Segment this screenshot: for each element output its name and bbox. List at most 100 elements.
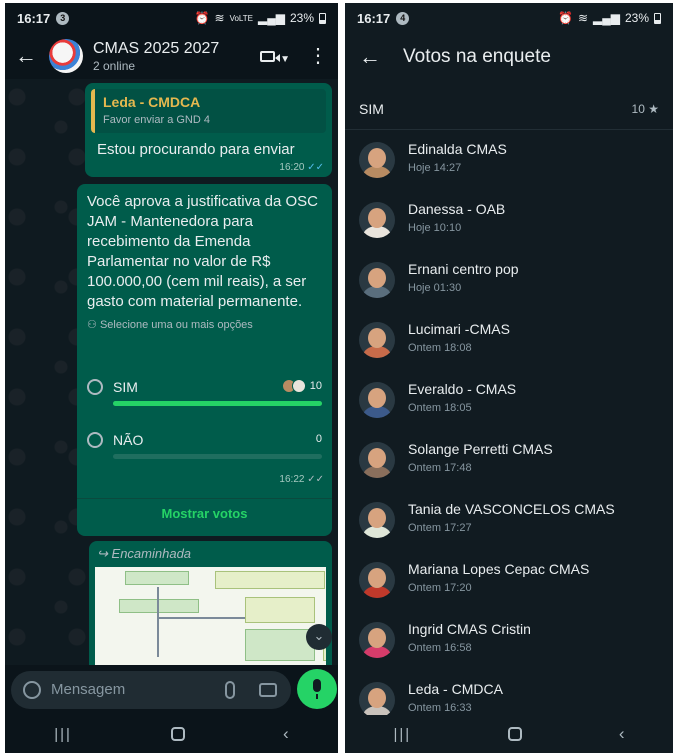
notification-count-icon: 4 bbox=[396, 11, 410, 25]
avatar[interactable] bbox=[359, 322, 395, 358]
recent-apps-icon[interactable]: ||| bbox=[54, 726, 72, 743]
vote-time: Ontem 17:48 bbox=[408, 462, 472, 474]
voter-row[interactable]: Tania de VASCONCELOS CMAS Ontem 17:27 bbox=[345, 493, 673, 553]
forwarded-message[interactable]: ↪ Encaminhada bbox=[89, 541, 332, 671]
poll-option-nao[interactable]: NÃO 0 bbox=[87, 430, 322, 460]
poll-votes-header: ← Votos na enquete bbox=[345, 33, 673, 81]
poll-option-count: 0 bbox=[315, 433, 322, 445]
forwarded-label: Encaminhada bbox=[111, 546, 192, 561]
voter-name: Leda - CMDCA bbox=[408, 681, 503, 697]
more-options-icon[interactable]: ⋮ bbox=[308, 46, 328, 66]
emoji-icon[interactable] bbox=[23, 681, 41, 699]
chat-title: CMAS 2025 2027 bbox=[93, 39, 220, 57]
vote-time: Ontem 18:08 bbox=[408, 342, 472, 354]
quoted-reply[interactable]: Leda - CMDCA Favor enviar a GND 4 bbox=[91, 89, 326, 133]
option-name: SIM bbox=[359, 101, 384, 117]
system-nav-bar: ||| ‹ bbox=[5, 715, 338, 753]
wifi-icon: ≋ bbox=[214, 11, 225, 25]
battery-icon bbox=[654, 12, 661, 24]
poll-question: Você aprova a justificativa da OSC JAM -… bbox=[87, 193, 318, 310]
diagram-box bbox=[245, 629, 315, 661]
voter-name: Tania de VASCONCELOS CMAS bbox=[408, 501, 615, 517]
avatar[interactable] bbox=[359, 442, 395, 478]
attach-icon[interactable] bbox=[225, 681, 235, 699]
vote-time: Hoje 01:30 bbox=[408, 282, 462, 294]
diagram-line bbox=[157, 587, 159, 657]
video-call-button[interactable]: ▼ bbox=[260, 46, 290, 67]
voter-name: Mariana Lopes Cepac CMAS bbox=[408, 561, 590, 577]
avatar-face bbox=[368, 268, 386, 288]
voter-row[interactable]: Solange Perretti CMAS Ontem 17:48 bbox=[345, 433, 673, 493]
voter-row[interactable]: Danessa - OAB Hoje 10:10 bbox=[345, 193, 673, 253]
avatar[interactable] bbox=[359, 682, 395, 718]
wifi-icon: ≋ bbox=[577, 11, 588, 25]
avatar[interactable] bbox=[359, 562, 395, 598]
group-avatar[interactable] bbox=[49, 39, 83, 73]
home-icon[interactable] bbox=[508, 727, 523, 741]
poll-option-label: NÃO bbox=[113, 432, 144, 448]
voter-row[interactable]: Mariana Lopes Cepac CMAS Ontem 17:20 bbox=[345, 553, 673, 613]
multi-select-icon: ⚇ bbox=[87, 319, 97, 331]
status-bar: 16:17 4 ⏰ ≋ ▂▄▆ 23% bbox=[345, 3, 673, 33]
voter-row[interactable]: Lucimari -CMAS Ontem 18:08 bbox=[345, 313, 673, 373]
scroll-down-icon[interactable]: ⌄ bbox=[306, 624, 332, 650]
avatar[interactable] bbox=[359, 142, 395, 178]
home-icon[interactable] bbox=[170, 727, 185, 741]
poll-progress-fill bbox=[113, 401, 322, 406]
quoted-text: Favor enviar a GND 4 bbox=[103, 114, 210, 126]
avatar-face bbox=[368, 688, 386, 708]
show-votes-button[interactable]: Mostrar votos bbox=[77, 506, 332, 521]
voter-name: Ernani centro pop bbox=[408, 261, 519, 277]
poll-votes-screen: 16:17 4 ⏰ ≋ ▂▄▆ 23% ← Votos na enquete S… bbox=[345, 3, 673, 753]
composer: Mensagem bbox=[5, 665, 338, 715]
avatar[interactable] bbox=[359, 382, 395, 418]
vote-time: Ontem 16:58 bbox=[408, 642, 472, 654]
avatar[interactable] bbox=[359, 502, 395, 538]
message-input-box[interactable]: Mensagem bbox=[11, 671, 291, 709]
back-arrow-icon[interactable]: ← bbox=[15, 43, 43, 69]
mic-button[interactable] bbox=[297, 669, 337, 709]
forwarded-image[interactable] bbox=[95, 567, 326, 671]
poll-hint-text: Selecione uma ou mais opções bbox=[99, 319, 253, 331]
avatar-face bbox=[368, 508, 386, 528]
avatar-face bbox=[368, 388, 386, 408]
poll-time: 16:22 bbox=[279, 474, 305, 485]
avatar-face bbox=[368, 448, 386, 468]
poll-bubble: Você aprova a justificativa da OSC JAM -… bbox=[77, 184, 332, 536]
diagram-box bbox=[125, 571, 189, 585]
quoted-author: Leda - CMDCA bbox=[103, 94, 201, 110]
recent-apps-icon[interactable]: ||| bbox=[393, 726, 411, 743]
radio-button[interactable] bbox=[87, 379, 103, 395]
poll-timestamp: 16:22 ✓✓ bbox=[279, 474, 324, 485]
radio-button[interactable] bbox=[87, 432, 103, 448]
back-nav-icon[interactable]: ‹ bbox=[283, 724, 289, 744]
voter-row[interactable]: Everaldo - CMAS Ontem 18:05 bbox=[345, 373, 673, 433]
back-nav-icon[interactable]: ‹ bbox=[619, 724, 625, 744]
option-vote-count: 10 ★ bbox=[631, 102, 659, 116]
message-input[interactable]: Mensagem bbox=[51, 681, 125, 698]
avatar[interactable] bbox=[359, 262, 395, 298]
camera-icon[interactable] bbox=[259, 683, 277, 697]
notification-count-icon: 3 bbox=[56, 11, 70, 25]
vote-time: Hoje 10:10 bbox=[408, 222, 462, 234]
chat-messages[interactable]: Leda - CMDCA Favor enviar a GND 4 Estou … bbox=[5, 79, 338, 671]
voter-name: Ingrid CMAS Cristin bbox=[408, 621, 531, 637]
voter-row[interactable]: Ingrid CMAS Cristin Ontem 16:58 bbox=[345, 613, 673, 673]
message-bubble[interactable]: Leda - CMDCA Favor enviar a GND 4 Estou … bbox=[85, 83, 332, 177]
diagram-box bbox=[245, 597, 315, 623]
volte-label: VoLTE bbox=[229, 13, 253, 23]
alarm-icon: ⏰ bbox=[557, 11, 573, 25]
status-right: ⏰ ≋ ▂▄▆ 23% bbox=[558, 11, 661, 25]
avatar-face bbox=[368, 328, 386, 348]
avatar[interactable] bbox=[359, 202, 395, 238]
poll-option-sim[interactable]: SIM 10 bbox=[87, 377, 322, 407]
voter-avatars bbox=[282, 379, 306, 393]
avatar[interactable] bbox=[359, 622, 395, 658]
voter-row[interactable]: Edinalda CMAS Hoje 14:27 bbox=[345, 133, 673, 193]
status-time: 16:17 bbox=[17, 10, 51, 26]
vote-time: Ontem 17:27 bbox=[408, 522, 472, 534]
voter-row[interactable]: Ernani centro pop Hoje 01:30 bbox=[345, 253, 673, 313]
back-arrow-icon[interactable]: ← bbox=[359, 44, 387, 70]
forward-arrow-icon: ↪ bbox=[97, 546, 108, 561]
chat-title-block[interactable]: CMAS 2025 2027 2 online bbox=[93, 40, 219, 73]
